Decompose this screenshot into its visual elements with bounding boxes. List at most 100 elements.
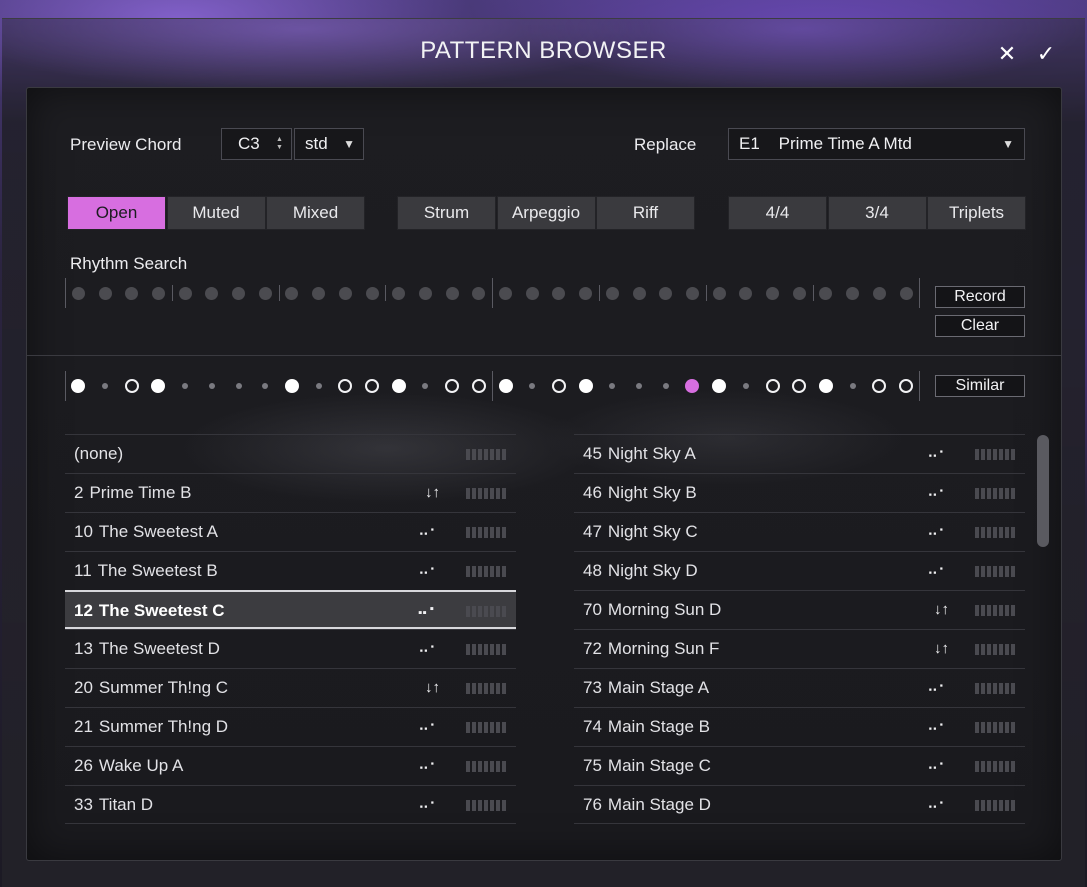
time-signature-button-3-4[interactable]: 3/4 (827, 196, 927, 230)
rhythm-step[interactable] (312, 286, 326, 300)
pattern-name: 12 The Sweetest C (74, 592, 225, 630)
pattern-list-item[interactable]: 10 The Sweetest A ⠤⠂ (65, 512, 516, 551)
rhythm-step[interactable] (872, 286, 886, 300)
chord-stepper[interactable]: C3 ▲▼ (221, 128, 292, 160)
rhythm-step[interactable] (285, 286, 299, 300)
rhythm-step[interactable] (819, 286, 833, 300)
close-icon[interactable]: ✕ (994, 41, 1020, 67)
pattern-number: 33 (74, 795, 93, 814)
pattern-name: 21 Summer Th!ng D (74, 708, 228, 746)
play-style-button-strum[interactable]: Strum (397, 196, 496, 230)
pattern-step-small (422, 383, 429, 389)
rhythm-step[interactable] (205, 286, 219, 300)
list-scrollbar[interactable] (1037, 435, 1049, 547)
rhythm-step[interactable] (178, 286, 192, 300)
rhythm-step[interactable] (445, 286, 459, 300)
pattern-number: 74 (583, 717, 602, 736)
stepper-arrows-icon[interactable]: ▲▼ (276, 129, 283, 152)
confirm-icon[interactable]: ✓ (1033, 41, 1059, 67)
pattern-list-item[interactable]: 70 Morning Sun D ↓↑ (574, 590, 1025, 629)
pattern-title: (none) (74, 444, 124, 463)
beat-separator (705, 285, 707, 301)
similar-button[interactable]: Similar (935, 375, 1025, 397)
rhythm-step[interactable] (605, 286, 619, 300)
rhythm-step[interactable] (98, 286, 112, 300)
pattern-name: 26 Wake Up A (74, 747, 183, 785)
pattern-list-item[interactable]: 45 Night Sky A ⠤⠂ (574, 434, 1025, 473)
pattern-list-item[interactable]: 13 The Sweetest D ⠤⠂ (65, 629, 516, 668)
clear-button[interactable]: Clear (935, 315, 1025, 337)
rhythm-step[interactable] (739, 286, 753, 300)
rhythm-step[interactable] (125, 286, 139, 300)
rhythm-search-grid[interactable] (65, 278, 925, 308)
play-style-button-arpeggio[interactable]: Arpeggio (496, 196, 596, 230)
beat-separator (492, 278, 494, 308)
rhythm-step[interactable] (338, 286, 352, 300)
rhythm-step[interactable] (392, 286, 406, 300)
rhythm-step[interactable] (258, 286, 272, 300)
beat-separator (599, 285, 600, 301)
complexity-meter (466, 488, 506, 499)
rhythm-step[interactable] (71, 286, 85, 300)
mute-mode-button-muted[interactable]: Muted (166, 196, 266, 230)
voicing-select[interactable]: std ▼ (294, 128, 364, 160)
rhythm-step[interactable] (712, 286, 726, 300)
pattern-list-item[interactable]: 73 Main Stage A ⠤⠂ (574, 668, 1025, 707)
pattern-steps (65, 371, 925, 401)
window-title: PATTERN BROWSER (420, 37, 667, 64)
arpeggio-icon: ⠤⠂ (418, 562, 440, 579)
time-signature-button-triplets[interactable]: Triplets (927, 196, 1026, 230)
pattern-step-small (662, 383, 669, 389)
pattern-name: 73 Main Stage A (583, 669, 709, 707)
rhythm-step[interactable] (685, 286, 699, 300)
pattern-step-big (498, 379, 513, 393)
pattern-step-small (849, 383, 856, 389)
rhythm-step[interactable] (151, 286, 165, 300)
play-style-button-riff[interactable]: Riff (596, 196, 695, 230)
rhythm-step[interactable] (899, 286, 913, 300)
rhythm-step[interactable] (472, 286, 486, 300)
pattern-step-small (208, 383, 215, 389)
rhythm-step[interactable] (418, 286, 432, 300)
pattern-list-item[interactable]: 26 Wake Up A ⠤⠂ (65, 746, 516, 785)
pattern-list-item[interactable]: 20 Summer Th!ng C ↓↑ (65, 668, 516, 707)
pattern-list-item[interactable]: 2 Prime Time B ↓↑ (65, 473, 516, 512)
pattern-list-item[interactable]: 33 Titan D ⠤⠂ (65, 785, 516, 824)
rhythm-step[interactable] (659, 286, 673, 300)
rhythm-step[interactable] (792, 286, 806, 300)
complexity-meter (466, 566, 506, 577)
rhythm-step[interactable] (632, 286, 646, 300)
rhythm-step[interactable] (846, 286, 860, 300)
pattern-step-ring (765, 379, 780, 393)
pattern-list-item[interactable]: 47 Night Sky C ⠤⠂ (574, 512, 1025, 551)
pattern-step-small (636, 383, 643, 389)
pattern-list-item[interactable]: 46 Night Sky B ⠤⠂ (574, 473, 1025, 512)
pattern-title: Wake Up A (98, 756, 184, 775)
rhythm-step[interactable] (525, 286, 539, 300)
arpeggio-icon: ⠤⠂ (927, 523, 949, 540)
pattern-list-item[interactable]: 21 Summer Th!ng D ⠤⠂ (65, 707, 516, 746)
rhythm-step[interactable] (579, 286, 593, 300)
pattern-list-item[interactable]: 74 Main Stage B ⠤⠂ (574, 707, 1025, 746)
rhythm-step[interactable] (499, 286, 513, 300)
rhythm-step[interactable] (766, 286, 780, 300)
pattern-list-item[interactable]: 75 Main Stage C ⠤⠂ (574, 746, 1025, 785)
pattern-list-item[interactable]: (none) (65, 434, 516, 473)
time-signature-button-4-4[interactable]: 4/4 (728, 196, 827, 230)
replace-select[interactable]: E1 Prime Time A Mtd ▼ (728, 128, 1025, 160)
pattern-list-item[interactable]: 48 Night Sky D ⠤⠂ (574, 551, 1025, 590)
rhythm-step[interactable] (365, 286, 379, 300)
pattern-list-item[interactable]: 76 Main Stage D ⠤⠂ (574, 785, 1025, 824)
bar-separator (65, 371, 66, 401)
pattern-list-item[interactable]: 11 The Sweetest B ⠤⠂ (65, 551, 516, 590)
mute-mode-button-mixed[interactable]: Mixed (266, 196, 365, 230)
mute-mode-button-open[interactable]: Open (67, 196, 166, 230)
pattern-list-item[interactable]: 72 Morning Sun F ↓↑ (574, 629, 1025, 668)
rhythm-step[interactable] (232, 286, 246, 300)
pattern-list-left: (none) 2 Prime Time B ↓↑ 10 The Sweetest A ⠤⠂ 1… (65, 434, 516, 824)
record-button[interactable]: Record (935, 286, 1025, 308)
pattern-list-item[interactable]: 12 The Sweetest C ⠤⠂ (65, 590, 516, 629)
rhythm-step[interactable] (552, 286, 566, 300)
arpeggio-icon: ⠤⠂ (927, 757, 949, 774)
pattern-step-small (529, 383, 536, 389)
